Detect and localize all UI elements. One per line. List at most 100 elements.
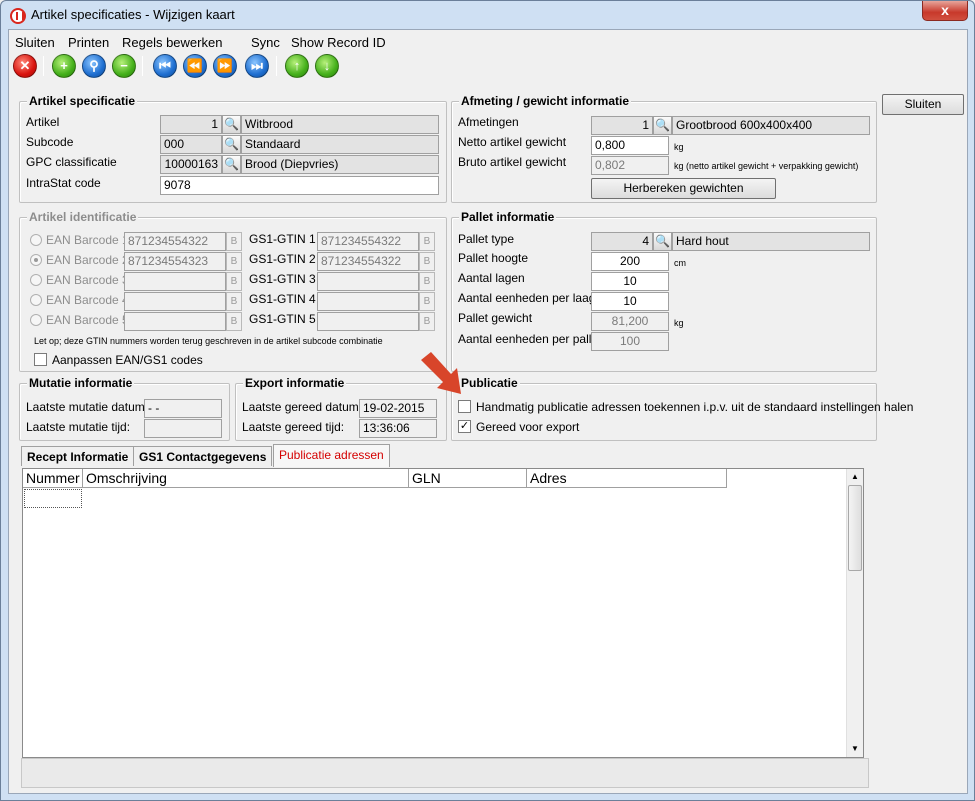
last-record-icon[interactable]: ⏭: [245, 54, 269, 78]
ean-radio-4[interactable]: [30, 294, 42, 306]
sluiten-button[interactable]: Sluiten: [882, 94, 964, 115]
barcode-button[interactable]: B: [419, 252, 435, 271]
barcode-button[interactable]: B: [419, 232, 435, 251]
menu-regels-bewerken[interactable]: Regels bewerken: [122, 35, 222, 50]
mutatie-tijd-field: [144, 419, 222, 438]
ean-label-2: EAN Barcode 2: [46, 253, 129, 267]
group-title: Mutatie informatie: [27, 376, 135, 390]
gtin-label-1: GS1-GTIN 1: [249, 232, 316, 246]
scroll-thumb[interactable]: [848, 485, 862, 571]
gtin-label-5: GS1-GTIN 5: [249, 312, 316, 326]
subcode-field[interactable]: 000: [160, 135, 222, 154]
move-down-icon[interactable]: ↓: [315, 54, 339, 78]
lookup-icon[interactable]: 🔍: [222, 135, 241, 154]
pallet-gewicht-field: 81,200: [591, 312, 669, 331]
next-record-icon[interactable]: ⏩: [213, 54, 237, 78]
bruto-label: Bruto artikel gewicht: [458, 155, 567, 169]
pallet-hoogte-field[interactable]: 200: [591, 252, 669, 271]
menu-sync[interactable]: Sync: [251, 35, 280, 50]
gereed-voor-export-checkbox[interactable]: ✓: [458, 420, 471, 433]
aanpassen-checkbox[interactable]: [34, 353, 47, 366]
lookup-icon[interactable]: 🔍: [653, 232, 672, 251]
barcode-button[interactable]: B: [419, 292, 435, 311]
tab-recept-informatie[interactable]: Recept Informatie: [21, 446, 135, 466]
handmatig-checkbox[interactable]: [458, 400, 471, 413]
remove-icon[interactable]: −: [112, 54, 136, 78]
ean-radio-2[interactable]: [30, 254, 42, 266]
vertical-scrollbar[interactable]: ▲ ▼: [846, 469, 863, 757]
artikel-label: Artikel: [26, 115, 60, 129]
ean-radio-3[interactable]: [30, 274, 42, 286]
title-bar: Artikel specificaties - Wijzigen kaart x: [1, 1, 974, 29]
afmetingen-label: Afmetingen: [458, 115, 519, 129]
mutatie-datum-label: Laatste mutatie datum:: [26, 400, 149, 414]
artikel-specificatie-group: Artikel specificatie Artikel 1 🔍 Witbroo…: [19, 94, 447, 203]
eenheden-per-pallet-field: 100: [591, 332, 669, 351]
focused-cell[interactable]: [24, 489, 82, 508]
lookup-icon[interactable]: 🔍: [222, 155, 241, 174]
herbereken-gewichten-button[interactable]: Herbereken gewichten: [591, 178, 776, 199]
gereed-voor-export-label: Gereed voor export: [476, 420, 580, 434]
aantal-lagen-field[interactable]: 10: [591, 272, 669, 291]
barcode-button[interactable]: B: [226, 292, 242, 311]
publicatie-group: Publicatie Handmatig publicatie adressen…: [451, 376, 913, 441]
gereed-datum-field: 19-02-2015: [359, 399, 437, 418]
add-icon[interactable]: +: [52, 54, 76, 78]
gtin-field-4: [317, 292, 419, 311]
search-icon[interactable]: ⚲: [82, 54, 106, 78]
cancel-icon[interactable]: ✕: [13, 54, 37, 78]
intrastat-field[interactable]: 9078: [160, 176, 439, 195]
subcode-description: Standaard: [241, 135, 439, 154]
bruto-field: 0,802: [591, 156, 669, 175]
netto-field[interactable]: 0,800: [591, 136, 669, 155]
ean-radio-5[interactable]: [30, 314, 42, 326]
pallet-gewicht-unit: kg: [674, 318, 684, 328]
pallet-hoogte-unit: cm: [674, 258, 686, 268]
gtin-field-1: 871234554322: [317, 232, 419, 251]
pallet-hoogte-label: Pallet hoogte: [458, 251, 529, 265]
export-informatie-group: Export informatie Laatste gereed datum: …: [235, 376, 447, 441]
pallet-type-field[interactable]: 4: [591, 232, 653, 251]
scroll-up-icon[interactable]: ▲: [847, 469, 863, 485]
menu-sluiten[interactable]: Sluiten: [15, 35, 55, 50]
tab-gs1-contactgegevens[interactable]: GS1 Contactgegevens: [133, 446, 273, 466]
barcode-button[interactable]: B: [226, 232, 242, 251]
ean-field-3: [124, 272, 226, 291]
previous-record-icon[interactable]: ⏪: [183, 54, 207, 78]
eenheden-per-laag-field[interactable]: 10: [591, 292, 669, 311]
eenheden-per-laag-label: Aantal eenheden per laag: [458, 291, 596, 305]
ean-field-1: 871234554322: [124, 232, 226, 251]
barcode-button[interactable]: B: [226, 252, 242, 271]
menu-printen[interactable]: Printen: [68, 35, 109, 50]
first-record-icon[interactable]: ⏮: [153, 54, 177, 78]
gpc-field[interactable]: 10000163: [160, 155, 222, 174]
scroll-down-icon[interactable]: ▼: [847, 741, 863, 757]
toolbar-separator: [43, 56, 44, 76]
mutatie-tijd-label: Laatste mutatie tijd:: [26, 420, 131, 434]
column-header-adres[interactable]: Adres: [527, 469, 727, 488]
tab-publicatie-adressen[interactable]: Publicatie adressen: [273, 444, 390, 467]
move-up-icon[interactable]: ↑: [285, 54, 309, 78]
column-header-nummer[interactable]: Nummer: [23, 469, 83, 488]
pallet-gewicht-label: Pallet gewicht: [458, 311, 533, 325]
window-close-button[interactable]: x: [922, 1, 968, 21]
ean-radio-1[interactable]: [30, 234, 42, 246]
artikel-field[interactable]: 1: [160, 115, 222, 134]
toolbar-separator: [142, 56, 143, 76]
barcode-button[interactable]: B: [419, 312, 435, 331]
menu-show-record-id[interactable]: Show Record ID: [291, 35, 386, 50]
lookup-icon[interactable]: 🔍: [653, 116, 672, 135]
column-header-omschrijving[interactable]: Omschrijving: [83, 469, 409, 488]
group-title: Artikel specificatie: [27, 94, 138, 108]
eenheden-per-pallet-label: Aantal eenheden per pallet: [458, 332, 602, 346]
afmetingen-field[interactable]: 1: [591, 116, 653, 135]
lookup-icon[interactable]: 🔍: [222, 115, 241, 134]
ean-field-5: [124, 312, 226, 331]
publicatie-adressen-grid[interactable]: Nummer Omschrijving GLN Adres ▲ ▼: [22, 468, 864, 758]
gtin-label-2: GS1-GTIN 2: [249, 252, 316, 266]
column-header-gln[interactable]: GLN: [409, 469, 527, 488]
barcode-button[interactable]: B: [226, 272, 242, 291]
barcode-button[interactable]: B: [419, 272, 435, 291]
client-area: Sluiten Printen Regels bewerken Sync Sho…: [8, 29, 968, 794]
barcode-button[interactable]: B: [226, 312, 242, 331]
